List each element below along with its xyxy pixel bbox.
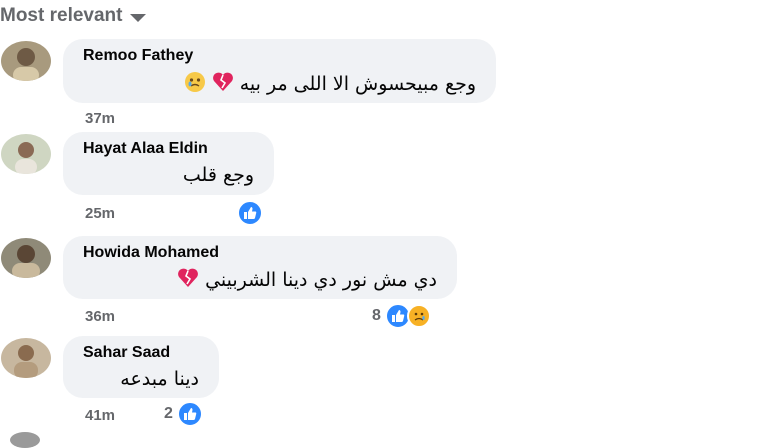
- comment-bubble: Remoo Fathey وجع مبيحسوش الا اللى مر بيه: [63, 39, 496, 103]
- reaction-count: 2: [164, 405, 173, 422]
- broken-heart-emoji: [177, 268, 199, 293]
- comment-timestamp[interactable]: 41m: [85, 407, 115, 424]
- comment-text: وجع قلب: [182, 164, 254, 186]
- comment-text-row: دي مش نور دي دينا الشربيني: [83, 268, 437, 293]
- comment-text-row: وجع قلب: [83, 164, 254, 186]
- comment-bubble: Howida Mohamed دي مش نور دي دينا الشربين…: [63, 236, 457, 299]
- comment-text-row: دينا مبدعه: [83, 368, 199, 390]
- comment-sort-filter[interactable]: Most relevant: [0, 3, 147, 29]
- comment-timestamp[interactable]: 25m: [85, 205, 115, 222]
- comment-author[interactable]: Sahar Saad: [83, 344, 199, 362]
- like-icon: [176, 401, 203, 427]
- comment-text: دي مش نور دي دينا الشربيني: [205, 269, 437, 291]
- comment-author[interactable]: Hayat Alaa Eldin: [83, 140, 254, 158]
- avatar[interactable]: [1, 134, 51, 174]
- comment-timestamp[interactable]: 37m: [85, 110, 115, 127]
- comment-reactions[interactable]: 8: [372, 303, 431, 329]
- reaction-count: 8: [372, 307, 381, 324]
- broken-heart-emoji: [212, 72, 234, 97]
- comment-text: وجع مبيحسوش الا اللى مر بيه: [239, 73, 476, 95]
- avatar[interactable]: [10, 432, 40, 448]
- comment-timestamp[interactable]: 36m: [85, 308, 115, 325]
- sad-icon: [406, 304, 431, 328]
- comment-bubble: Hayat Alaa Eldin وجع قلب: [63, 132, 274, 195]
- comment-text: دينا مبدعه: [120, 368, 199, 390]
- comment-sort-label: Most relevant: [0, 5, 123, 26]
- comment-reactions[interactable]: 2: [164, 401, 203, 427]
- comment-author[interactable]: Howida Mohamed: [83, 244, 437, 262]
- avatar[interactable]: [1, 238, 51, 278]
- comment-author[interactable]: Remoo Fathey: [83, 47, 476, 65]
- comment-bubble: Sahar Saad دينا مبدعه: [63, 336, 219, 398]
- comment-reactions[interactable]: [237, 200, 263, 226]
- crying-face-emoji: [184, 71, 206, 98]
- avatar[interactable]: [1, 41, 51, 81]
- avatar[interactable]: [1, 338, 51, 378]
- chevron-down-icon: [130, 13, 147, 22]
- like-icon: [237, 200, 263, 226]
- comment-text-row: وجع مبيحسوش الا اللى مر بيه: [83, 71, 476, 98]
